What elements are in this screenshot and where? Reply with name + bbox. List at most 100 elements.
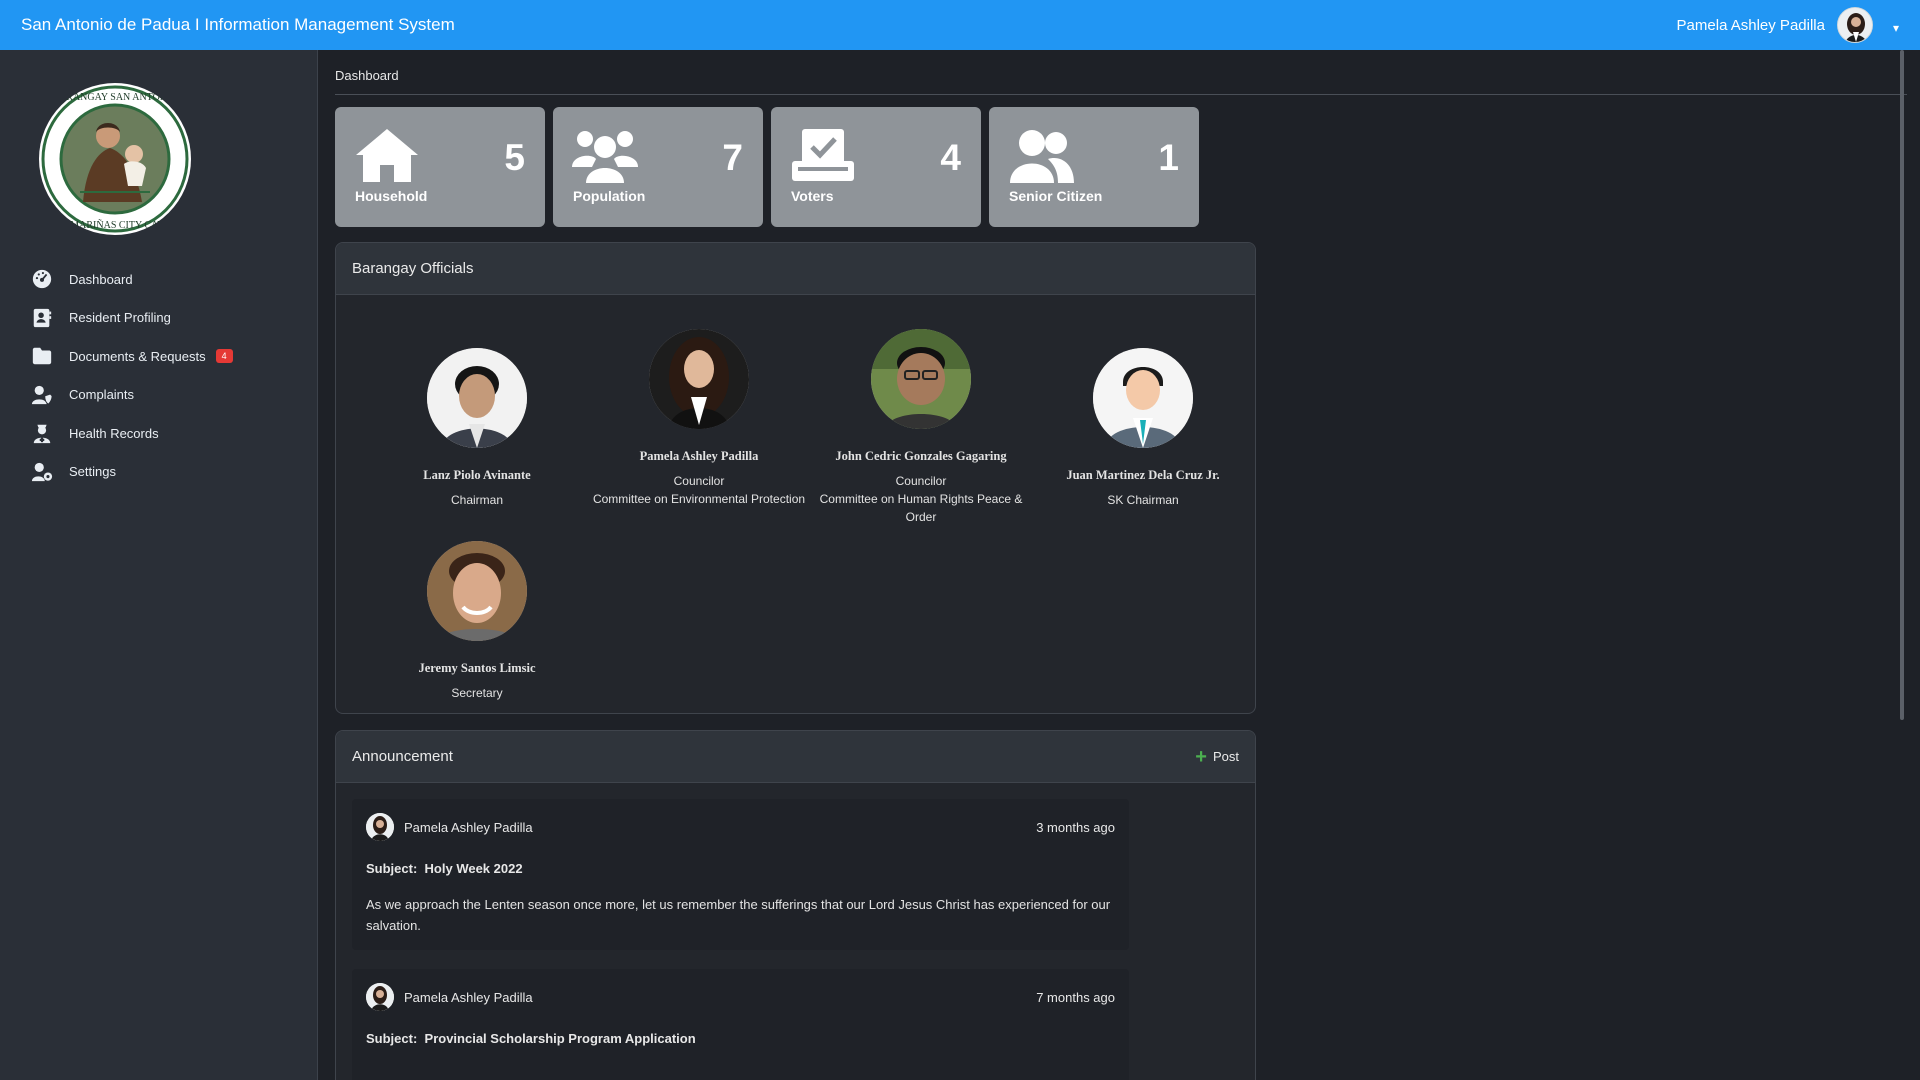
stat-card-voters[interactable]: 4 Voters <box>771 107 981 227</box>
official-name: Pamela Ashley Padilla <box>639 449 759 463</box>
stat-value: 5 <box>504 137 525 178</box>
announcement-author: Pamela Ashley Padilla <box>366 813 533 841</box>
stat-label: Senior Citizen <box>1009 188 1103 204</box>
post-button[interactable]: + Post <box>1195 747 1239 767</box>
announcement-card: Announcement + Post Pamela Ashley Padill… <box>335 730 1256 1080</box>
official-position: Chairman <box>450 493 504 507</box>
sidebar-item-dashboard[interactable]: Dashboard <box>0 260 318 299</box>
stat-label: Household <box>355 188 428 204</box>
official-photo <box>871 329 971 429</box>
official-photo <box>649 329 749 429</box>
user-menu[interactable]: Pamela Ashley Padilla ▾ <box>1677 7 1899 43</box>
announcement-meta: Pamela Ashley Padilla 3 months ago <box>366 813 1115 841</box>
sidebar-item-label: Resident Profiling <box>69 310 171 326</box>
chevron-down-icon[interactable]: ▾ <box>1893 21 1899 35</box>
post-subject-line: Subject: Holy Week 2022 <box>366 861 1115 876</box>
stat-value: 7 <box>722 137 743 178</box>
subject-label: Subject: <box>366 1031 418 1046</box>
post-button-label: Post <box>1212 749 1239 764</box>
sidebar-item-settings[interactable]: Settings <box>0 453 318 492</box>
svg-text:BARANGAY SAN ANTONIO: BARANGAY SAN ANTONIO <box>52 92 177 103</box>
barangay-seal-logo: BARANGAY SAN ANTONIO DASMARIÑAS CITY CAV… <box>38 82 192 236</box>
sidebar-nav: Dashboard Resident Profiling Documents &… <box>0 260 318 491</box>
user-friends-icon <box>1008 127 1074 183</box>
official-photo <box>427 348 527 448</box>
subject-label: Subject: <box>366 861 418 876</box>
breadcrumb: Dashboard <box>335 68 399 83</box>
announcement-meta: Pamela Ashley Padilla 7 months ago <box>366 983 1115 1011</box>
official-position: SK Chairman <box>1107 493 1179 507</box>
author-name: Pamela Ashley Padilla <box>404 819 533 835</box>
official-committee: Committee on Environmental Protection <box>592 492 806 506</box>
stat-label: Population <box>573 188 646 204</box>
sidebar-item-label: Documents & Requests <box>69 348 206 364</box>
official-photo <box>1093 348 1193 448</box>
announcement-item: Pamela Ashley Padilla 3 months ago Subje… <box>352 799 1129 950</box>
user-avatar[interactable] <box>1836 7 1873 43</box>
official-position: Councilor <box>895 474 947 488</box>
stat-card-senior-citizen[interactable]: 1 Senior Citizen <box>989 107 1199 227</box>
official-name: Lanz Piolo Avinante <box>423 468 531 482</box>
stat-label: Voters <box>791 188 834 204</box>
officials-card-header: Barangay Officials <box>336 243 1255 295</box>
sidebar-item-label: Settings <box>69 464 116 480</box>
sidebar-item-complaints[interactable]: Complaints <box>0 376 318 415</box>
folder-icon <box>30 345 54 367</box>
vote-icon <box>790 127 856 183</box>
post-subject: Provincial Scholarship Program Applicati… <box>424 1031 696 1046</box>
official-committee: Committee on Human Rights Peace & Order <box>819 492 1023 524</box>
app-title: San Antonio de Padua I Information Manag… <box>21 15 455 34</box>
sidebar-item-label: Complaints <box>69 387 135 403</box>
official-photo <box>427 541 527 641</box>
plus-icon: + <box>1195 745 1207 768</box>
official-card: John Cedric Gonzales Gagaring Councilor … <box>810 329 1032 526</box>
stat-value: 1 <box>1158 137 1179 178</box>
sidebar-item-label: Health Records <box>69 425 159 441</box>
official-card: Juan Martinez Dela Cruz Jr. SK Chairman <box>1032 348 1254 509</box>
notification-badge: 4 <box>215 349 233 364</box>
stats-row: 5 Household 7 Population 4 Voters 1 Seni… <box>335 107 1199 227</box>
sidebar-item-label: Dashboard <box>69 271 133 287</box>
card-title: Announcement <box>352 748 453 765</box>
announcement-item: Pamela Ashley Padilla 7 months ago Subje… <box>352 969 1129 1080</box>
stat-value: 4 <box>940 137 961 178</box>
post-time: 3 months ago <box>1036 819 1115 835</box>
id-card-icon <box>30 307 54 329</box>
author-avatar <box>366 983 394 1011</box>
svg-text:DASMARIÑAS CITY CAVITE: DASMARIÑAS CITY CAVITE <box>50 219 179 231</box>
user-name[interactable]: Pamela Ashley Padilla <box>1677 17 1825 34</box>
post-time: 7 months ago <box>1036 989 1115 1005</box>
official-card: Jeremy Santos Limsic Secretary <box>366 541 588 702</box>
official-card: Lanz Piolo Avinante Chairman <box>366 348 588 509</box>
announcement-author: Pamela Ashley Padilla <box>366 983 533 1011</box>
user-shield-icon <box>30 384 54 406</box>
main-content: Dashboard 5 Household 7 Population 4 Vot… <box>335 50 1910 1080</box>
stat-card-population[interactable]: 7 Population <box>553 107 763 227</box>
sidebar-item-health-records[interactable]: Health Records <box>0 414 318 453</box>
official-name: Jeremy Santos Limsic <box>418 661 536 675</box>
author-avatar <box>366 813 394 841</box>
announcement-card-header: Announcement + Post <box>336 731 1255 783</box>
sidebar: BARANGAY SAN ANTONIO DASMARIÑAS CITY CAV… <box>0 50 318 1080</box>
sidebar-item-resident-profiling[interactable]: Resident Profiling <box>0 299 318 338</box>
official-name: John Cedric Gonzales Gagaring <box>835 449 1007 463</box>
official-position: Secretary <box>451 686 503 700</box>
dashboard-icon <box>30 268 54 290</box>
users-icon <box>572 127 638 183</box>
post-subject: Holy Week 2022 <box>424 861 523 876</box>
breadcrumb-divider <box>335 94 1907 95</box>
official-position: Councilor <box>673 474 725 488</box>
sidebar-item-documents-requests[interactable]: Documents & Requests 4 <box>0 337 318 376</box>
card-title: Barangay Officials <box>352 260 474 277</box>
stat-card-household[interactable]: 5 Household <box>335 107 545 227</box>
user-gear-icon <box>30 461 54 483</box>
author-name: Pamela Ashley Padilla <box>404 989 533 1005</box>
post-subject-line: Subject: Provincial Scholarship Program … <box>366 1031 1115 1046</box>
scrollbar[interactable] <box>1900 50 1904 720</box>
home-icon <box>354 127 420 183</box>
officials-card: Barangay Officials Lanz Piolo Avinante C… <box>335 242 1256 714</box>
top-bar: San Antonio de Padua I Information Manag… <box>0 0 1920 50</box>
official-name: Juan Martinez Dela Cruz Jr. <box>1066 468 1220 482</box>
official-card: Pamela Ashley Padilla Councilor Committe… <box>588 329 810 508</box>
post-body: As we approach the Lenten season once mo… <box>366 897 1111 933</box>
